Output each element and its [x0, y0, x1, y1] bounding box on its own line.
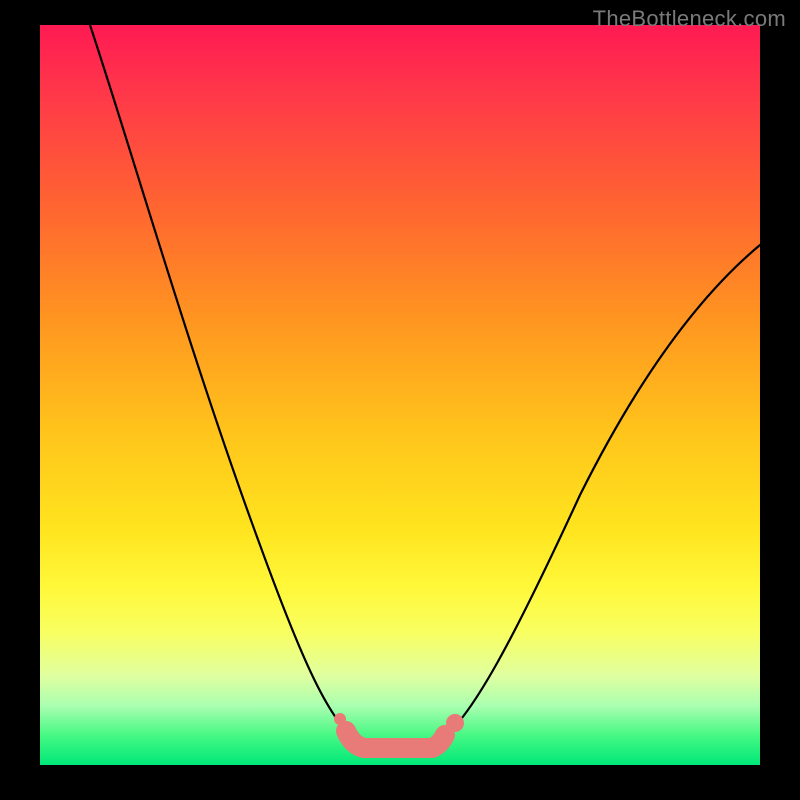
highlight-dot-left — [334, 713, 346, 725]
plot-svg — [40, 25, 760, 765]
highlight-dot-right — [446, 714, 464, 732]
bottleneck-curve — [90, 25, 760, 751]
gradient-plot-area — [40, 25, 760, 765]
watermark-text: TheBottleneck.com — [593, 6, 786, 32]
flat-minimum-highlight — [346, 731, 445, 748]
